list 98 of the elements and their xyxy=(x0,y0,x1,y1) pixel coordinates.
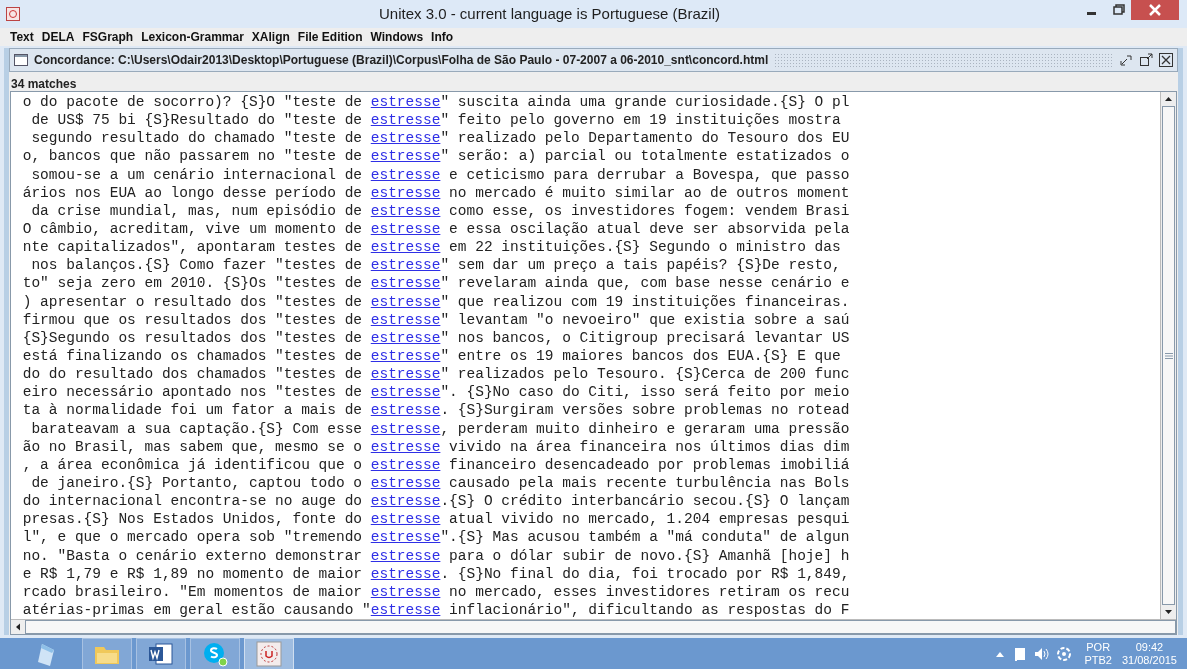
left-context: rcado brasileiro. "Em momentos de maior xyxy=(22,583,364,600)
right-context: causado pela mais recente turbulência nas Bols xyxy=(448,473,850,493)
match-link[interactable]: estresse xyxy=(370,383,441,402)
menu-item[interactable]: XAlign xyxy=(251,28,290,46)
right-context: " realizado pelo Departamento do Tesouro dos EU xyxy=(440,129,850,148)
right-context: inflacionário", dificultando as respostas do F xyxy=(448,600,850,620)
match-link[interactable]: estresse xyxy=(370,328,441,347)
menu-item[interactable]: File Edition xyxy=(297,28,363,46)
left-context: ários nos EUA ao longo desse período de xyxy=(22,184,364,201)
right-context: , perderam muito dinheiro e geraram uma pressão xyxy=(440,419,850,438)
right-context: .{S} O crédito interbancário secou.{S} O lançam xyxy=(440,492,850,511)
menu-item[interactable]: Windows xyxy=(370,28,424,46)
right-context: vivido na área financeira nos últimos dias dim xyxy=(448,437,850,456)
menu-item[interactable]: FSGraph xyxy=(82,28,134,46)
match-link[interactable]: estresse xyxy=(370,419,441,438)
left-context: do internacional encontra-se no auge do xyxy=(22,493,364,510)
match-link[interactable]: estresse xyxy=(370,365,441,384)
left-context: está finalizando os chamados "testes de xyxy=(22,347,364,364)
left-context: l", e que o mercado opera sob "tremendo xyxy=(22,529,364,546)
match-link[interactable]: estresse xyxy=(370,564,441,583)
left-context: eiro necessário apontado nos "testes de xyxy=(22,384,364,401)
left-context: presas.{S} Nos Estados Unidos, fonte do xyxy=(22,511,364,528)
left-context: de janeiro.{S} Portanto, captou todo o xyxy=(31,474,364,491)
right-context: e ceticismo para derrubar a Bovespa, que passo xyxy=(448,165,850,184)
match-link[interactable]: estresse xyxy=(370,238,441,257)
left-context: {S}Segundo os resultados dos "testes de xyxy=(22,329,364,346)
match-link[interactable]: estresse xyxy=(370,147,441,166)
left-context: o do pacote de socorro)? {S}O "teste de xyxy=(22,94,364,110)
menu-item[interactable]: Text xyxy=(10,28,34,46)
left-context: ) apresentar o resultado dos "testes de xyxy=(22,293,364,310)
match-count: 34 matches xyxy=(10,76,78,91)
right-context: e essa oscilação atual deve ser absorvida pela xyxy=(448,220,850,239)
match-link[interactable]: estresse xyxy=(370,528,441,547)
match-link[interactable]: estresse xyxy=(370,111,441,130)
match-link[interactable]: estresse xyxy=(370,165,441,184)
left-context: O câmbio, acreditam, vive um momento de xyxy=(22,221,364,237)
right-context: . {S}Surgiram versões sobre problemas no rotead xyxy=(440,401,850,420)
left-context: barateavam a sua captação.{S} Com esse xyxy=(31,420,364,437)
right-context: como esse, os investidores fogem: vendem Brasi xyxy=(448,201,850,220)
right-context: atual vivido no mercado, 1.204 empresas pesqui xyxy=(448,510,850,529)
match-link[interactable]: estresse xyxy=(370,492,441,511)
match-link[interactable]: estresse xyxy=(370,455,441,474)
left-context: o, bancos que não passarem no "teste de xyxy=(22,148,364,165)
left-context: firmou que os resultados dos "testes de xyxy=(22,311,364,328)
left-context: no. "Basta o cenário externo demonstrar xyxy=(22,547,364,564)
match-link[interactable]: estresse xyxy=(370,473,441,493)
right-context: ".{S} Mas acusou também a "má conduta" de algun xyxy=(440,528,850,547)
right-context: financeiro desencadeado por problemas imobiliá xyxy=(448,455,850,474)
left-context: da crise mundial, mas, num episódio de xyxy=(31,202,364,219)
match-link[interactable]: estresse xyxy=(370,201,441,220)
right-context: para o dólar subir de novo.{S} Amanhã [hoje] h xyxy=(448,546,850,565)
right-context: " revelaram ainda que, com base nesse cenário e xyxy=(440,274,850,293)
frame-title: Concordance: C:\Users\Odair2013\Desktop\Portuguese (Brazil)\Corpus\Folha de São Paulo - 07-2007 a 06-2010_snt\concord.html xyxy=(34,52,769,69)
match-link[interactable]: estresse xyxy=(370,600,441,620)
left-context: somou-se a um cenário internacional de xyxy=(31,166,364,183)
match-link[interactable]: estresse xyxy=(370,546,441,565)
left-context: nte capitalizados", apontaram testes de xyxy=(22,239,364,256)
right-context: " feito pelo governo em 19 instituições mostra xyxy=(440,111,841,130)
match-link[interactable]: estresse xyxy=(370,310,441,329)
right-context: " suscita ainda uma grande curiosidade.{S} O pl xyxy=(440,93,850,112)
left-context: e R$ 1,79 e R$ 1,89 no momento de maior xyxy=(22,565,364,582)
right-context: . {S}No final do dia, foi trocado por R$ 1,849, xyxy=(440,564,850,583)
left-context: do do resultado dos chamados "testes de xyxy=(22,366,364,383)
right-context: no mercado, esses investidores retiram os recu xyxy=(448,582,850,601)
right-context: " serão: a) parcial ou totalmente estatizados o xyxy=(440,147,850,166)
left-context: to" seja zero em 2010. {S}Os "testes de xyxy=(22,275,364,292)
left-context: nos balanços.{S} Como fazer "testes de xyxy=(31,257,364,274)
match-link[interactable]: estresse xyxy=(370,510,441,529)
match-link[interactable]: estresse xyxy=(370,274,441,293)
match-link[interactable]: estresse xyxy=(370,401,441,420)
right-context: " que realizou com 19 instituições financeiras. xyxy=(440,292,850,311)
left-context: ão no Brasil, mas sabem que, mesmo se o xyxy=(22,438,364,455)
match-link[interactable]: estresse xyxy=(370,256,441,275)
menu-item[interactable]: DELA xyxy=(41,28,75,46)
match-link[interactable]: estresse xyxy=(370,292,441,311)
left-context: ta à normalidade foi um fator a mais de xyxy=(22,402,364,419)
left-context: atérias-primas em geral estão causando " xyxy=(22,601,371,618)
match-link[interactable]: estresse xyxy=(370,129,441,148)
left-context: de US$ 75 bi {S}Resultado do "teste de xyxy=(31,112,364,129)
left-context: , a área econômica já identificou que o xyxy=(22,456,364,473)
right-context: " entre os 19 maiores bancos dos EUA.{S} E que xyxy=(440,346,841,366)
match-link[interactable]: estresse xyxy=(370,582,441,601)
right-context: " realizados pelo Tesouro. {S}Cerca de 200 func xyxy=(440,365,850,384)
right-context: em 22 instituições.{S} Segundo o ministro das xyxy=(448,238,841,257)
match-link[interactable]: estresse xyxy=(370,437,441,456)
right-context: ". {S}No caso do Citi, isso será feito por meio xyxy=(440,383,850,402)
left-context: segundo resultado do chamado "teste de xyxy=(31,130,364,147)
match-link[interactable]: estresse xyxy=(370,183,441,202)
right-context: " sem dar um preço a tais papéis? {S}De resto, xyxy=(440,256,841,275)
right-context: no mercado é muito similar ao de outros moment xyxy=(448,183,850,202)
menu-item[interactable]: Lexicon-Grammar xyxy=(141,28,244,46)
match-link[interactable]: estresse xyxy=(370,220,441,239)
menu-item[interactable]: Info xyxy=(431,28,454,46)
right-context: " levantam "o nevoeiro" que existia sobre a saú xyxy=(440,310,850,329)
right-context: " nos bancos, o Citigroup precisará levantar US xyxy=(440,328,850,347)
match-link[interactable]: estresse xyxy=(370,346,441,366)
window-title: Unitex 3.0 - current language is Portuguese (Brazil) xyxy=(378,3,721,24)
match-link[interactable]: estresse xyxy=(370,93,441,112)
